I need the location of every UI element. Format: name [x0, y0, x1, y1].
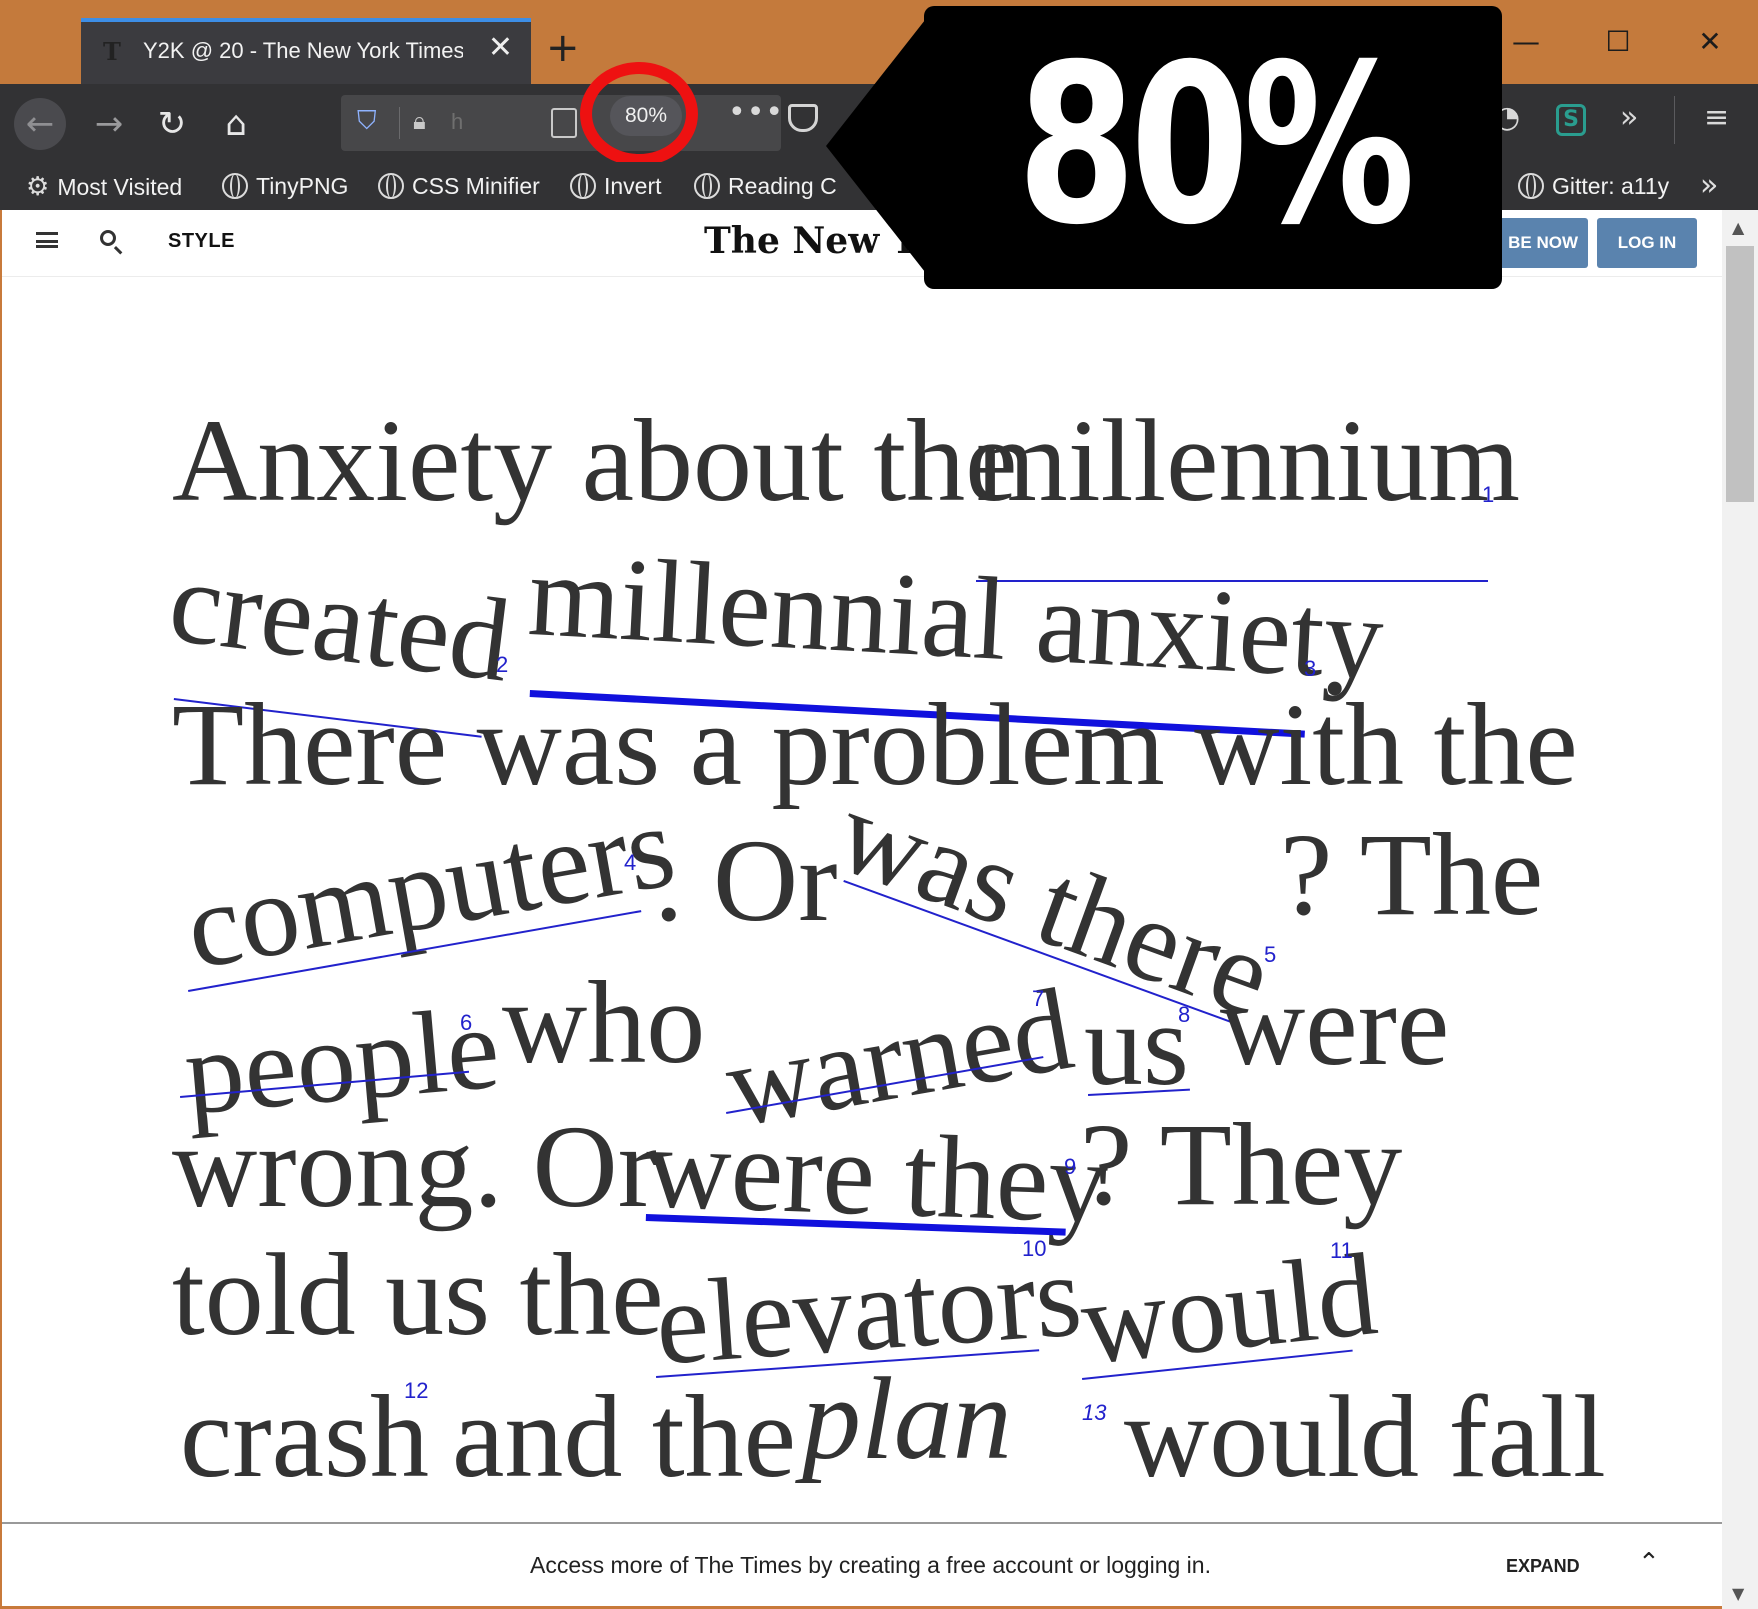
- footnote-number[interactable]: 1: [1482, 482, 1494, 508]
- bookmark-css-minifier[interactable]: CSS Minifier: [378, 170, 540, 202]
- footnote-number[interactable]: 4: [624, 850, 636, 876]
- callout-text: 80%: [1016, 17, 1415, 273]
- article-link[interactable]: created: [163, 535, 517, 707]
- tab-title: Y2K @ 20 - The New York Times: [143, 38, 463, 63]
- footnote-number[interactable]: 13: [1082, 1400, 1106, 1426]
- callout-arrow: [826, 6, 936, 286]
- s-extension-icon[interactable]: S: [1556, 104, 1586, 136]
- globe-icon: [378, 173, 404, 199]
- article-text: wrong. Or: [172, 1101, 658, 1232]
- page-content: STYLE The New Yor BE NOW LOG IN Anxiety …: [2, 210, 1724, 1606]
- url-text[interactable]: h: [451, 109, 463, 135]
- gear-icon: ⚙: [26, 171, 50, 201]
- vertical-scrollbar[interactable]: ▲ ▼: [1722, 210, 1758, 1609]
- minimize-button[interactable]: —: [1496, 20, 1556, 64]
- sections-menu-icon[interactable]: [36, 232, 58, 248]
- toolbar-divider: [1674, 96, 1675, 144]
- chevron-up-icon[interactable]: ⌃: [1638, 1548, 1660, 1578]
- active-tab[interactable]: T Y2K @ 20 - The New York Times ✕: [81, 18, 531, 84]
- bookmark-reading[interactable]: Reading C: [694, 170, 837, 202]
- article-text: who: [502, 957, 706, 1088]
- footnote-number[interactable]: 9: [1064, 1154, 1076, 1180]
- search-icon[interactable]: [100, 230, 116, 246]
- article-link[interactable]: plan: [802, 1360, 1012, 1478]
- article-text: ? The: [1280, 809, 1544, 940]
- article-body: Anxiety about the millennium 1 created 2…: [2, 276, 1724, 1518]
- footnote-number[interactable]: 12: [404, 1378, 428, 1404]
- url-divider: [399, 107, 400, 139]
- tab-close-icon[interactable]: ✕: [488, 33, 513, 63]
- pocket-icon[interactable]: [788, 104, 818, 132]
- maximize-button[interactable]: ☐: [1588, 20, 1648, 64]
- footnote-number[interactable]: 2: [496, 652, 508, 678]
- shield-icon[interactable]: ⛉: [357, 105, 383, 137]
- bookmark-invert[interactable]: Invert: [570, 170, 662, 202]
- article-text: ? They: [1080, 1099, 1403, 1230]
- url-bar[interactable]: ⛉ 🔒︎ h: [341, 95, 781, 151]
- overflow-chevrons-icon[interactable]: »: [1620, 98, 1638, 138]
- article-text: and the: [452, 1371, 797, 1502]
- footnote-number[interactable]: 10: [1022, 1236, 1046, 1262]
- article-text: would fall: [1124, 1371, 1606, 1502]
- scroll-down-icon[interactable]: ▼: [1732, 1584, 1744, 1603]
- hamburger-menu-icon[interactable]: ≡: [1704, 98, 1729, 138]
- section-label[interactable]: STYLE: [168, 230, 235, 253]
- forward-arrow-icon[interactable]: →: [83, 98, 135, 150]
- article-link[interactable]: millennium: [976, 402, 1520, 520]
- footnote-number[interactable]: 7: [1032, 986, 1044, 1012]
- globe-icon: [1518, 173, 1544, 199]
- signup-banner: Access more of The Times by creating a f…: [2, 1522, 1724, 1606]
- back-arrow-icon[interactable]: ←: [14, 98, 66, 150]
- home-icon[interactable]: ⌂: [210, 98, 262, 150]
- globe-icon: [694, 173, 720, 199]
- footnote-number[interactable]: 11: [1330, 1238, 1353, 1264]
- globe-icon: [570, 173, 596, 199]
- bookmark-most-visited[interactable]: ⚙ Most Visited: [26, 170, 182, 202]
- close-window-button[interactable]: ✕: [1680, 20, 1740, 64]
- bookmark-tinypng[interactable]: TinyPNG: [222, 170, 348, 202]
- zoom-callout: 80%: [924, 6, 1502, 289]
- article-text: told us the: [172, 1229, 664, 1360]
- bookmarks-overflow-icon[interactable]: »: [1700, 170, 1718, 202]
- new-tab-icon[interactable]: +: [546, 28, 580, 68]
- article-text: . Or: [654, 815, 838, 946]
- article-link[interactable]: crash: [180, 1378, 429, 1496]
- bookmark-gitter[interactable]: Gitter: a11y: [1518, 170, 1669, 202]
- zoom-level-button[interactable]: 80%: [610, 96, 682, 136]
- reader-view-icon[interactable]: [551, 108, 577, 138]
- article-text: Anxiety about the: [172, 395, 1018, 526]
- expand-button[interactable]: EXPAND: [1506, 1556, 1580, 1577]
- page-actions-menu-icon[interactable]: •••: [728, 98, 784, 128]
- banner-text: Access more of The Times by creating a f…: [530, 1552, 1211, 1578]
- footnote-number[interactable]: 6: [460, 1010, 472, 1036]
- globe-icon: [222, 173, 248, 199]
- lock-icon[interactable]: 🔒︎: [413, 105, 426, 137]
- scroll-up-icon[interactable]: ▲: [1732, 218, 1744, 237]
- footnote-number[interactable]: 8: [1178, 1002, 1190, 1028]
- scrollbar-thumb[interactable]: [1726, 246, 1754, 502]
- reload-icon[interactable]: ↻: [146, 98, 198, 150]
- article-link[interactable]: us: [1084, 986, 1189, 1104]
- login-button[interactable]: LOG IN: [1597, 218, 1697, 268]
- article-text: were: [1220, 959, 1450, 1090]
- article-link[interactable]: millennial anxiety: [526, 529, 1387, 705]
- nyt-favicon-icon: T: [103, 37, 121, 66]
